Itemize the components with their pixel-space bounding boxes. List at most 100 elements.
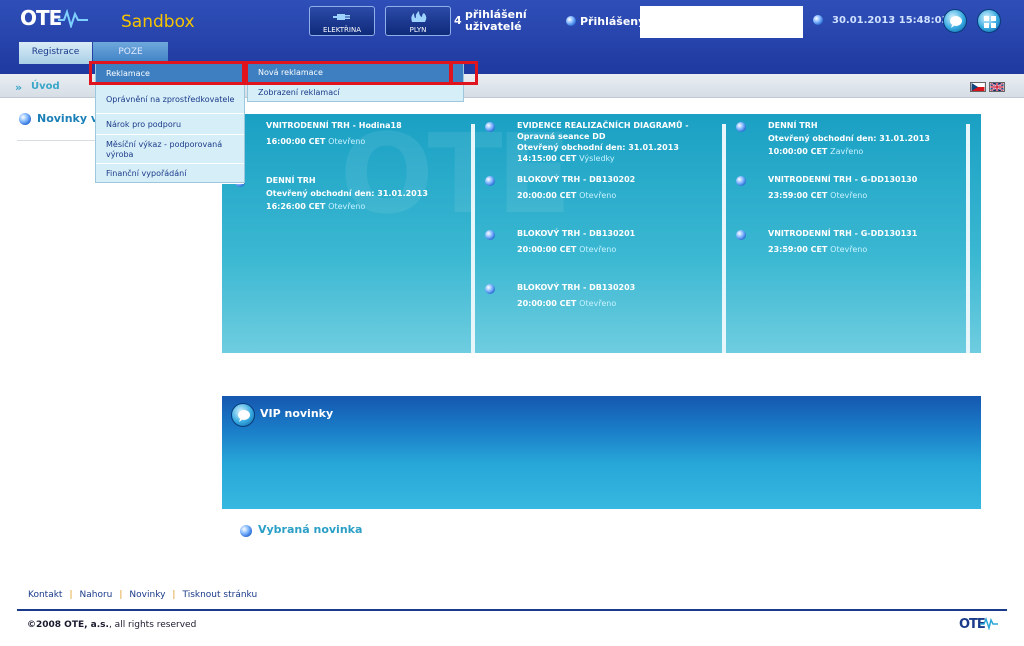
market-entry[interactable]: VNITRODENNÍ TRH - Hodina18 16:00:00 CET … [266, 120, 476, 147]
entry-title: BLOKOVÝ TRH - DB130203 [517, 283, 636, 292]
footer-separator: | [69, 590, 73, 600]
entry-title: VNITRODENNÍ TRH - G-DD130131 [768, 229, 918, 238]
logged-user-value [640, 6, 803, 38]
entry-title: VNITRODENNÍ TRH - G-DD130130 [768, 175, 918, 184]
entry-time: 23:59:00 CET [768, 191, 828, 200]
czech-flag-icon[interactable] [970, 82, 986, 92]
entry-title: BLOKOVÝ TRH - DB130201 [517, 229, 636, 238]
vip-news-title: VIP novinky [260, 407, 334, 420]
footer-link-nahoru[interactable]: Nahoru [80, 590, 113, 600]
bullet-icon [240, 525, 252, 537]
menu-tab-registrace[interactable]: Registrace [19, 42, 92, 64]
bullet-icon [736, 230, 746, 240]
logo-wave-icon [58, 8, 88, 28]
chat-icon [950, 16, 962, 28]
copyright: ©2008 OTE, a.s., all rights reserved [27, 620, 196, 630]
entry-date: Otevřený obchodní den: 31.01.2013 [517, 143, 679, 152]
datetime: 30.01.2013 15:48:03 [832, 15, 949, 26]
highlight-box [89, 61, 245, 85]
entry-time: 14:15:00 CET [517, 154, 577, 163]
market-entry[interactable]: BLOKOVÝ TRH - DB130201 20:00:00 CET Otev… [517, 228, 727, 255]
gas-button[interactable]: PLYN [385, 6, 451, 36]
entry-status: Otevřeno [579, 299, 617, 308]
highlight-box [245, 61, 452, 85]
bullet-icon [485, 284, 495, 294]
users-label-line2: uživatelé [465, 20, 522, 33]
bullet-icon [736, 176, 746, 186]
menu-item-opravneni[interactable]: Oprávnění na zprostředkovatele [96, 86, 244, 114]
users-label[interactable]: přihlášení uživatelé [465, 9, 535, 33]
bullet-icon [485, 176, 495, 186]
gas-label: PLYN [409, 26, 427, 34]
entry-time: 10:00:00 CET [768, 147, 828, 156]
entry-title: VNITRODENNÍ TRH - Hodina18 [266, 121, 402, 130]
bullet-icon [566, 16, 576, 26]
footer-link-novinky[interactable]: Novinky [129, 590, 165, 600]
entry-title: EVIDENCE REALIZAČNÍCH DIAGRAMŮ - [517, 121, 689, 130]
entry-title: DENNÍ TRH [266, 176, 316, 185]
news-section-title[interactable]: Novinky vý [37, 112, 97, 125]
breadcrumb-home[interactable]: Úvod [31, 81, 60, 92]
footer-links: Kontakt | Nahoru | Novinky | Tisknout st… [28, 590, 257, 600]
entry-status: Otevřeno [579, 191, 617, 200]
bullet-icon [736, 122, 746, 132]
bullet-icon [485, 122, 495, 132]
windows-button[interactable] [977, 9, 1001, 33]
bullet-icon [813, 15, 823, 25]
plug-icon [333, 14, 350, 20]
market-entry[interactable]: DENNÍ TRH Otevřený obchodní den: 31.01.2… [266, 175, 476, 212]
entry-status: Otevřeno [328, 202, 366, 211]
entry-status: Otevřeno [328, 137, 366, 146]
entry-status: Otevřeno [579, 245, 617, 254]
footer-separator: | [172, 590, 176, 600]
entry-time: 23:59:00 CET [768, 245, 828, 254]
windows-icon [984, 16, 996, 28]
entry-time: 20:00:00 CET [517, 191, 577, 200]
highlight-box [450, 61, 478, 85]
menu-item-narok[interactable]: Nárok pro podporu [96, 115, 244, 135]
market-entry[interactable]: EVIDENCE REALIZAČNÍCH DIAGRAMŮ - Opravná… [517, 120, 727, 164]
menu-item-financni[interactable]: Finanční vypořádání [96, 165, 244, 184]
entry-time: 16:00:00 CET [266, 137, 326, 146]
entry-status: Otevřeno [830, 191, 868, 200]
flame-icon [411, 11, 427, 22]
footer-separator: | [119, 590, 123, 600]
footer-divider [17, 609, 1007, 611]
market-entry[interactable]: VNITRODENNÍ TRH - G-DD130130 23:59:00 CE… [768, 174, 978, 201]
users-count: 4 [454, 14, 462, 27]
vip-chat-button [231, 403, 255, 427]
chat-icon [238, 410, 250, 422]
english-flag-icon[interactable] [989, 82, 1005, 92]
copyright-rest: , all rights reserved [108, 620, 197, 630]
menu-item-mesicni-vykaz[interactable]: Měsíční výkaz - podporovaná výroba [96, 136, 244, 164]
footer-link-kontakt[interactable]: Kontakt [28, 590, 62, 600]
environment-label: Sandbox [121, 12, 195, 32]
vip-news-panel [222, 396, 981, 509]
market-entry[interactable]: BLOKOVÝ TRH - DB130202 20:00:00 CET Otev… [517, 174, 727, 201]
bullet-icon [19, 113, 31, 125]
entry-title: BLOKOVÝ TRH - DB130202 [517, 175, 636, 184]
selected-news-link[interactable]: Vybraná novinka [258, 523, 362, 536]
ote-logo[interactable]: OTE [20, 6, 62, 30]
entry-status: Otevřeno [830, 245, 868, 254]
column-divider [471, 124, 475, 353]
market-entry[interactable]: DENNÍ TRH Otevřený obchodní den: 31.01.2… [768, 120, 978, 157]
electricity-button[interactable]: ELEKTŘINA [309, 6, 375, 36]
logo-wave-icon [980, 616, 998, 630]
copyright-owner: ©2008 OTE, a.s. [27, 620, 109, 630]
electricity-label: ELEKTŘINA [322, 26, 362, 34]
footer-link-tisknout[interactable]: Tisknout stránku [182, 590, 257, 600]
market-entry[interactable]: BLOKOVÝ TRH - DB130203 20:00:00 CET Otev… [517, 282, 727, 309]
chat-button[interactable] [943, 9, 967, 33]
menu-item-zobrazeni-reklamaci[interactable]: Zobrazení reklamací [248, 84, 463, 103]
entry-time: 20:00:00 CET [517, 245, 577, 254]
entry-date: Otevřený obchodní den: 31.01.2013 [266, 189, 428, 198]
entry-title: DENNÍ TRH [768, 121, 818, 130]
market-entry[interactable]: VNITRODENNÍ TRH - G-DD130131 23:59:00 CE… [768, 228, 978, 255]
bullet-icon [485, 230, 495, 240]
entry-date: Otevřený obchodní den: 31.01.2013 [768, 134, 930, 143]
entry-status: Výsledky [579, 154, 615, 163]
entry-time: 16:26:00 CET [266, 202, 326, 211]
entry-status: Zavřeno [830, 147, 864, 156]
breadcrumb-arrow: » [15, 81, 23, 94]
